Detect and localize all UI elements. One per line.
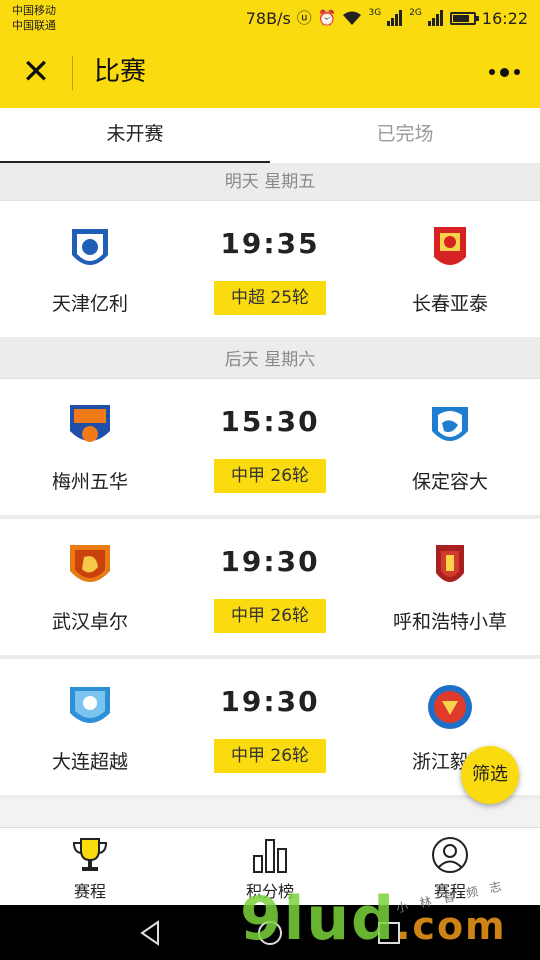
away-team-name: 呼和浩特小草: [392, 611, 507, 633]
close-button[interactable]: ✕: [14, 50, 58, 94]
signal-icon: [387, 10, 403, 26]
wifi-icon: [343, 11, 362, 25]
filter-button[interactable]: 筛选: [461, 746, 519, 804]
data-saver-icon: ⓤ: [296, 9, 312, 27]
nav-label-profile: 赛程: [433, 882, 466, 901]
network-speed: 78B/s: [245, 8, 291, 28]
more-dots-icon-center: [499, 67, 509, 77]
match-round-badge: 中甲 26轮: [214, 739, 326, 773]
match-time: 19:30: [220, 545, 320, 578]
tab-upcoming[interactable]: 未开赛: [0, 108, 270, 163]
alarm-icon: ⏰: [317, 9, 337, 27]
changchun-team-logo-icon: [434, 227, 466, 265]
nav-item-profile[interactable]: 赛程: [360, 828, 540, 905]
clock: 16:22: [481, 8, 528, 28]
dalian-team-logo-icon: [70, 687, 110, 723]
match-round-badge: 中甲 26轮: [214, 459, 326, 493]
nav-label-standings: 积分榜: [245, 882, 294, 901]
zhejiang-team-logo-icon: [428, 685, 472, 729]
match-time: 19:35: [220, 227, 320, 260]
home-team: 武汉卓尔: [0, 541, 180, 634]
signal-2-label: 2G: [409, 8, 422, 18]
home-team: 大连超越: [0, 681, 180, 774]
match-round-badge: 中甲 26轮: [214, 599, 326, 633]
match-card[interactable]: 武汉卓尔 19:30 中甲 26轮 呼和浩特小草: [0, 519, 540, 659]
nav-item-schedule[interactable]: 赛程: [0, 828, 180, 905]
battery-fill: [452, 14, 470, 22]
status-icons: 78B/s ⓤ ⏰ 3G 2G 16:22: [246, 8, 528, 28]
match-card[interactable]: 梅州五华 15:30 中甲 26轮 保定容大: [0, 379, 540, 519]
tab-finished[interactable]: 已完场: [270, 108, 540, 163]
bottom-nav: 赛程 积分榜 赛程: [0, 827, 540, 905]
trophy-icon: [72, 838, 108, 871]
home-circle-icon[interactable]: [255, 919, 285, 947]
baoding-team-logo-icon: [432, 407, 468, 441]
wuhan-team-logo-icon: [70, 545, 110, 582]
match-time: 19:30: [220, 685, 320, 718]
carrier-1: 中国移动: [12, 4, 56, 17]
away-team-name: 保定容大: [411, 471, 488, 493]
more-button[interactable]: [482, 54, 526, 90]
status-bar: 中国移动 中国联通 78B/s ⓤ ⏰ 3G 2G 16:22: [0, 0, 540, 36]
system-nav-bar: [0, 905, 540, 960]
away-team: 保定容大: [360, 401, 540, 494]
recents-square-icon[interactable]: [374, 919, 404, 947]
more-dots-icon-right: [513, 69, 520, 75]
battery-icon: [449, 11, 479, 25]
nav-label-schedule: 赛程: [73, 882, 106, 901]
title-divider: [72, 56, 73, 90]
away-team: 呼和浩特小草: [360, 541, 540, 634]
away-team: 长春亚泰: [360, 223, 540, 316]
meizhou-team-logo-icon: [70, 405, 110, 442]
signal-1-label: 3G: [368, 8, 382, 18]
carrier-2: 中国联通: [12, 19, 56, 32]
home-team-name: 大连超越: [51, 751, 128, 773]
profile-icon: [432, 837, 468, 873]
carrier-info: 中国移动 中国联通: [12, 3, 56, 33]
hohhot-team-logo-icon: [436, 545, 464, 582]
tianjin-team-logo-icon: [72, 229, 108, 265]
day-header-day-after: 后天 星期六: [0, 341, 540, 379]
home-team-name: 天津亿利: [51, 293, 128, 315]
home-team: 梅州五华: [0, 401, 180, 494]
bar-chart-icon: [253, 839, 287, 873]
close-icon: ✕: [21, 52, 51, 92]
match-round-badge: 中超 25轮: [214, 281, 326, 315]
match-card[interactable]: 天津亿利 19:35 中超 25轮 长春亚泰: [0, 201, 540, 341]
match-time: 15:30: [220, 405, 320, 438]
day-header-tomorrow: 明天 星期五: [0, 163, 540, 201]
more-dots-icon: [488, 69, 495, 75]
away-team-name: 长春亚泰: [411, 293, 488, 315]
page-title: 比赛: [94, 57, 147, 87]
match-card[interactable]: 大连超越 19:30 中甲 26轮 浙江毅腾: [0, 659, 540, 799]
nav-item-standings[interactable]: 积分榜: [180, 828, 360, 905]
home-team-name: 武汉卓尔: [51, 611, 128, 633]
title-bar: ✕ 比赛: [0, 36, 540, 108]
back-triangle-icon[interactable]: [136, 919, 166, 947]
signal-2-icon: [427, 10, 443, 26]
home-team-name: 梅州五华: [51, 471, 128, 493]
match-list[interactable]: 明天 星期五 天津亿利 19:35 中超 25轮 长春亚泰 后天 星期六 梅州五…: [0, 163, 540, 827]
match-tabs: 未开赛 已完场: [0, 108, 540, 163]
home-team: 天津亿利: [0, 223, 180, 316]
